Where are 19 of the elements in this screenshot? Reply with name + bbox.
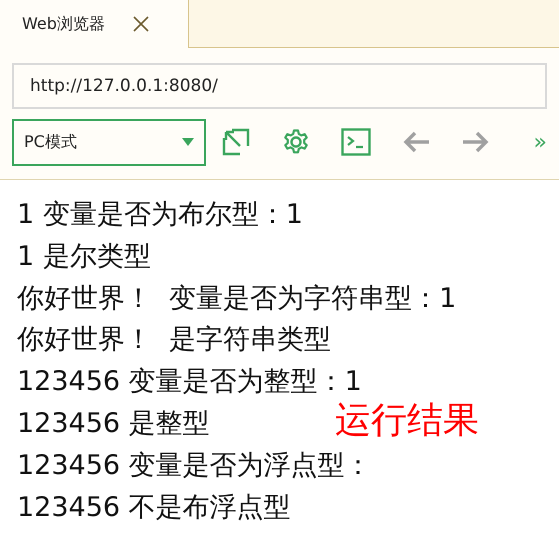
output-line: 123456 变量是否为整型：1 — [17, 365, 362, 400]
address-field[interactable]: http://127.0.0.1:8080/ — [12, 63, 547, 109]
output-line: 你好世界！ 变量是否为字符串型：1 — [17, 282, 456, 316]
tab[interactable]: Web浏览器 — [0, 0, 188, 48]
output-line: 123456 是整型 — [17, 406, 210, 441]
output-line: 你好世界！ 是字符串类型 — [17, 323, 332, 358]
settings-icon[interactable] — [282, 128, 310, 156]
terminal-icon[interactable] — [341, 128, 371, 156]
mode-select[interactable]: PC模式 — [12, 118, 206, 166]
caret-icon — [182, 138, 194, 146]
output-line: 123456 变量是否为浮点型： — [17, 448, 372, 483]
output-line: 123456 不是布浮点型 — [17, 490, 291, 525]
forward-arrow-icon[interactable] — [462, 130, 490, 154]
output-line: 1 变量是否为布尔型：1 — [17, 198, 303, 232]
annotation-text: 运行结果 — [335, 403, 479, 439]
resize-icon[interactable] — [222, 128, 250, 156]
output-line: 1 是尔类型 — [17, 240, 151, 274]
close-icon[interactable] — [132, 16, 149, 32]
back-arrow-icon[interactable] — [402, 130, 430, 154]
